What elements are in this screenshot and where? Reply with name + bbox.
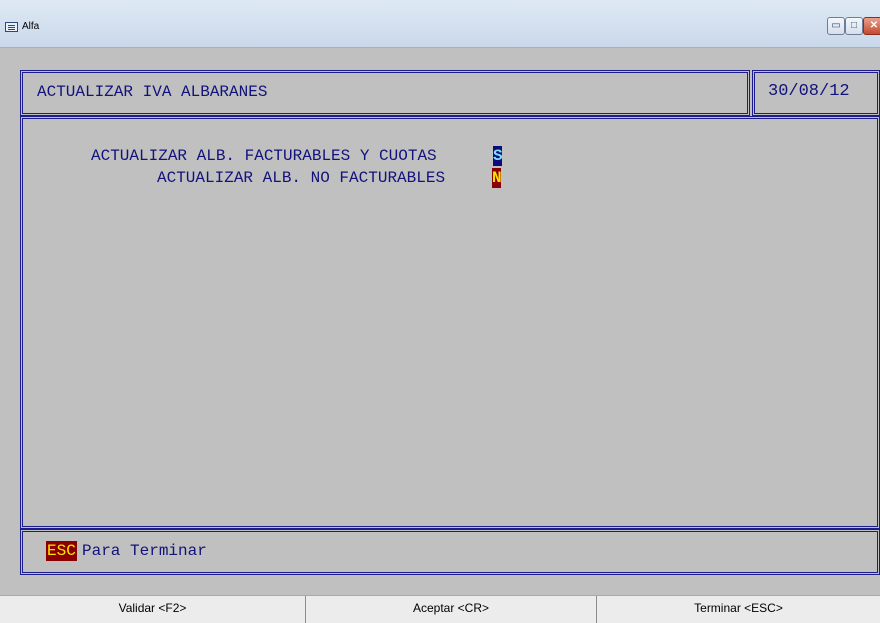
close-icon: ✕ bbox=[869, 20, 879, 31]
validar-button[interactable]: Validar <F2> bbox=[0, 596, 305, 623]
console-area: ACTUALIZAR IVA ALBARANES 30/08/12 ACTUAL… bbox=[0, 48, 880, 595]
app-icon bbox=[5, 22, 18, 32]
close-button[interactable]: ✕ bbox=[863, 17, 880, 35]
status-text: Para Terminar bbox=[82, 542, 207, 560]
minimize-button[interactable]: ▭ bbox=[827, 17, 845, 35]
aceptar-button[interactable]: Aceptar <CR> bbox=[306, 596, 596, 623]
minimize-icon: ▭ bbox=[831, 20, 841, 31]
header-date: 30/08/12 bbox=[768, 82, 850, 101]
maximize-button[interactable]: □ bbox=[845, 17, 863, 35]
window-titlebar: Alfa ▭ □ ✕ bbox=[0, 0, 880, 48]
esc-key-badge: ESC bbox=[46, 541, 77, 561]
window-title: Alfa bbox=[22, 21, 40, 32]
page-title: ACTUALIZAR IVA ALBARANES bbox=[37, 83, 268, 101]
no-facturables-label: ACTUALIZAR ALB. NO FACTURABLES bbox=[157, 169, 446, 187]
terminar-button[interactable]: Terminar <ESC> bbox=[597, 596, 880, 623]
facturables-label: ACTUALIZAR ALB. FACTURABLES Y CUOTAS bbox=[91, 147, 437, 165]
no-facturables-field[interactable]: N bbox=[492, 168, 502, 188]
facturables-field[interactable]: S bbox=[493, 146, 503, 166]
main-panel bbox=[20, 116, 880, 529]
maximize-icon: □ bbox=[850, 20, 858, 31]
function-key-bar: Validar <F2> Aceptar <CR> Terminar <ESC> bbox=[0, 595, 880, 623]
